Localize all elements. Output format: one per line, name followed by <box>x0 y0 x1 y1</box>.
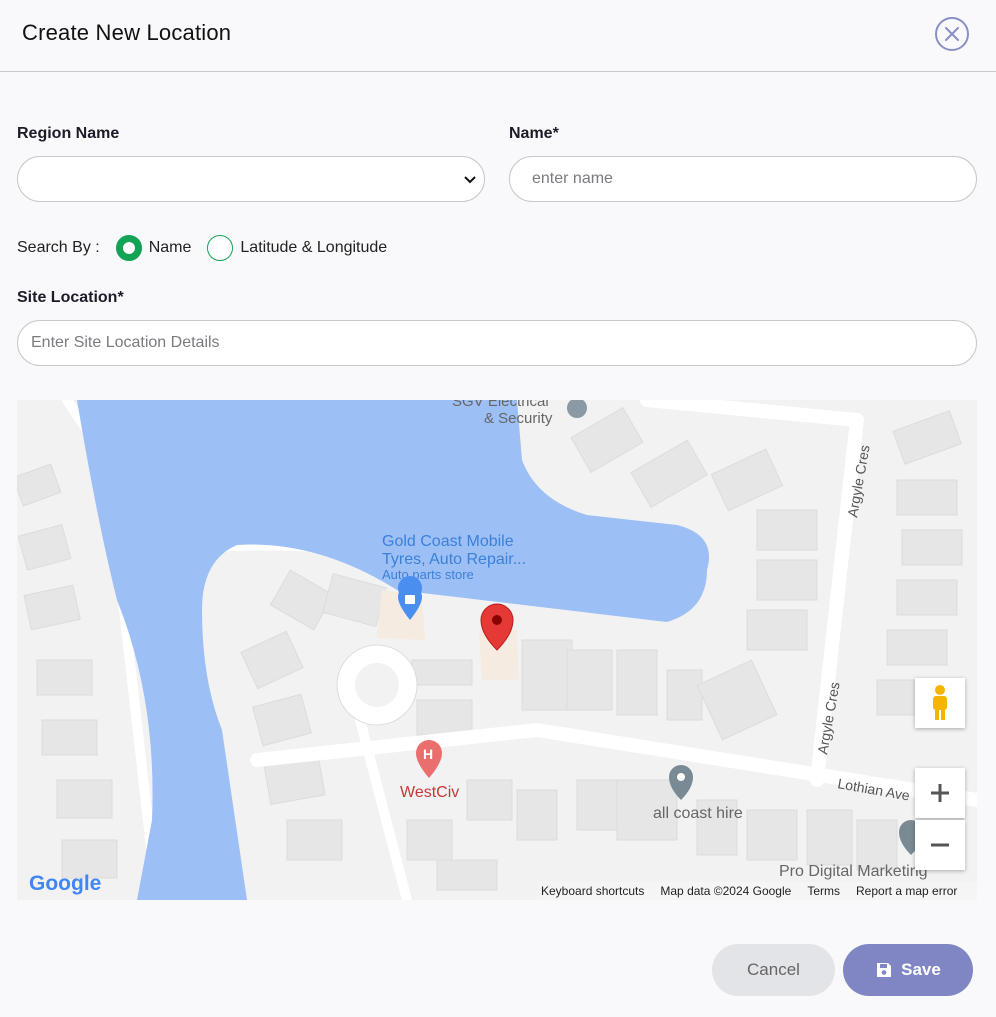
poi-label[interactable]: Pro Digital Marketing <box>779 863 928 880</box>
radio-lat-long[interactable] <box>207 235 234 261</box>
poi-label[interactable]: WestCiv <box>400 784 459 801</box>
poi-type: Auto parts store <box>382 567 474 582</box>
poi-label[interactable]: Tyres, Auto Repair... <box>382 551 526 568</box>
dialog-title: Create New Location <box>22 20 232 45</box>
site-location-input[interactable] <box>18 334 976 352</box>
site-location-label: Site Location* <box>17 289 124 306</box>
terms-link[interactable]: Terms <box>807 884 840 898</box>
radio-name[interactable] <box>115 235 142 261</box>
svg-text:H: H <box>423 746 433 762</box>
keyboard-shortcuts-link[interactable]: Keyboard shortcuts <box>541 884 644 898</box>
close-icon <box>945 27 959 41</box>
poi-label: SGV Electrical <box>452 400 549 410</box>
map[interactable]: Argyle Cres Argyle Cres Lothian Ave SGV … <box>17 400 977 900</box>
search-by-group: Search By : Name Latitude & Longitude <box>17 235 387 261</box>
map-attribution: Keyboard shortcuts Map data ©2024 Google… <box>537 882 977 900</box>
poi-label[interactable]: all coast hire <box>653 805 743 822</box>
google-logo: Google <box>29 872 101 895</box>
minus-icon <box>931 843 949 847</box>
dialog-header: Create New Location <box>0 0 996 72</box>
report-error-link[interactable]: Report a map error <box>856 884 957 898</box>
site-location-field-wrapper <box>17 320 977 366</box>
pegman-icon <box>933 685 947 720</box>
map-canvas[interactable]: Argyle Cres Argyle Cres Lothian Ave SGV … <box>17 400 977 900</box>
region-label: Region Name <box>17 125 120 142</box>
street-view-button[interactable] <box>915 678 965 728</box>
zoom-in-button[interactable] <box>915 768 965 818</box>
map-data-text: Map data ©2024 Google <box>660 884 792 898</box>
poi-label: & Security <box>484 410 553 427</box>
zoom-out-button[interactable] <box>915 820 965 870</box>
save-button[interactable]: Save <box>843 944 973 996</box>
close-button[interactable] <box>935 17 969 51</box>
plus-icon <box>931 784 949 802</box>
search-by-label: Search By : <box>17 239 100 256</box>
radio-name-label[interactable]: Name <box>149 239 192 257</box>
name-label: Name* <box>509 125 559 142</box>
name-field-wrapper <box>509 156 977 202</box>
name-input[interactable] <box>510 170 976 188</box>
radio-lat-long-label[interactable]: Latitude & Longitude <box>240 239 387 257</box>
region-select[interactable] <box>17 156 485 202</box>
poi-label[interactable]: Gold Coast Mobile <box>382 533 514 550</box>
chevron-down-icon <box>464 176 476 184</box>
save-icon <box>877 963 892 977</box>
save-button-label: Save <box>901 960 941 979</box>
cancel-button[interactable]: Cancel <box>712 944 835 996</box>
